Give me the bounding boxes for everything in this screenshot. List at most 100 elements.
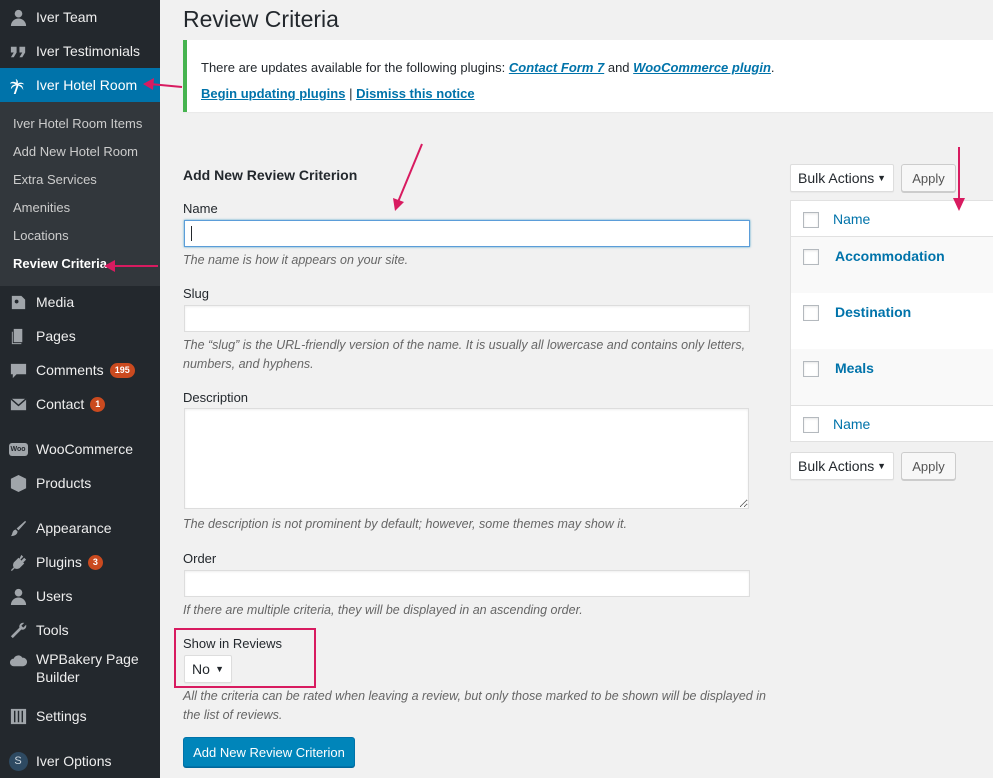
show-hint-line2: the list of reviews. [183, 708, 283, 722]
menu-users[interactable]: Users [0, 579, 160, 613]
mail-icon [0, 395, 36, 414]
menu-iver-testimonials[interactable]: Iver Testimonials [0, 34, 160, 68]
menu-comments[interactable]: Comments 195 [0, 353, 160, 387]
apply-button-bottom[interactable]: Apply [901, 452, 956, 480]
menu-label: Pages [36, 328, 76, 344]
comments-count-badge: 195 [109, 362, 135, 378]
criteria-table: Name Accommodation Destination Meals Nam… [790, 200, 993, 442]
show-hint-line1: All the criteria can be rated when leavi… [183, 689, 766, 703]
pages-icon [0, 327, 36, 346]
menu-label: Media [36, 294, 75, 310]
menu-label: Settings [36, 708, 87, 724]
notice-period: . [770, 60, 775, 75]
brush-icon [0, 519, 36, 538]
menu-tools[interactable]: Tools [0, 613, 160, 647]
order-hint: If there are multiple criteria, they wil… [183, 603, 583, 617]
bulk-actions-select-top[interactable]: Bulk Actions ▼ [790, 164, 894, 192]
menu-contact[interactable]: Contact 1 [0, 387, 160, 421]
menu-iver-team[interactable]: Iver Team [0, 0, 160, 34]
notice-separator: | [349, 86, 353, 101]
menu-plugins[interactable]: Plugins 3 [0, 545, 160, 579]
name-hint: The name is how it appears on your site. [183, 253, 409, 267]
table-header-row: Name [791, 201, 993, 237]
contact-count-badge: 1 [90, 396, 106, 412]
plugins-count-badge: 3 [87, 554, 103, 570]
menu-label: Iver Options [36, 753, 112, 769]
form-heading: Add New Review Criterion [183, 167, 358, 183]
submenu-add-new-hotel-room[interactable]: Add New Hotel Room [13, 144, 138, 159]
begin-updating-link[interactable]: Begin updating plugins [201, 86, 345, 101]
menu-woocommerce[interactable]: Woo WooCommerce [0, 432, 160, 466]
annotation-highlight-box [174, 628, 316, 688]
cloud-icon [0, 650, 36, 671]
plug-icon [0, 553, 36, 572]
contact-form-7-link[interactable]: Contact Form 7 [509, 60, 604, 75]
caret-down-icon: ▼ [877, 461, 886, 471]
menu-label-line2: Builder [36, 669, 80, 685]
menu-pages[interactable]: Pages [0, 319, 160, 353]
bulk-actions-select-bottom[interactable]: Bulk Actions ▼ [790, 452, 894, 480]
description-label: Description [183, 390, 249, 405]
menu-label: Iver Testimonials [36, 43, 141, 59]
menu-appearance[interactable]: Appearance [0, 511, 160, 545]
menu-label: Tools [36, 622, 69, 638]
row-title-link[interactable]: Accommodation [835, 248, 945, 264]
update-notice: There are updates available for the foll… [183, 40, 993, 112]
comment-icon [0, 361, 36, 380]
row-checkbox[interactable] [803, 361, 819, 377]
description-hint: The description is not prominent by defa… [183, 517, 627, 531]
table-row: Accommodation [791, 237, 993, 293]
menu-iver-options[interactable]: S Iver Options [0, 744, 160, 778]
arrow-to-name-field-icon [393, 143, 423, 211]
description-textarea[interactable] [184, 408, 749, 509]
wrench-icon [0, 621, 36, 640]
menu-label: Appearance [36, 520, 112, 536]
order-input[interactable] [184, 570, 750, 597]
text-caret [191, 226, 192, 241]
row-title-link[interactable]: Meals [835, 360, 874, 376]
woocommerce-icon: Woo [8, 442, 28, 456]
select-all-checkbox-footer[interactable] [803, 417, 819, 433]
woocommerce-plugin-link[interactable]: WooCommerce plugin [633, 60, 771, 75]
submenu-amenities[interactable]: Amenities [13, 200, 70, 215]
table-footer-row: Name [791, 405, 993, 442]
user-icon [0, 8, 36, 27]
slug-input[interactable] [184, 305, 750, 332]
submenu-locations[interactable]: Locations [13, 228, 69, 243]
submenu-extra-services[interactable]: Extra Services [13, 172, 97, 187]
name-column-footer[interactable]: Name [833, 416, 870, 432]
media-icon [0, 293, 36, 312]
page-title: Review Criteria [183, 6, 339, 32]
table-row: Meals [791, 349, 993, 405]
menu-settings[interactable]: Settings [0, 699, 160, 733]
menu-label-line1: WPBakery Page [36, 651, 139, 667]
menu-products[interactable]: Products [0, 466, 160, 500]
submenu-review-criteria[interactable]: Review Criteria [13, 256, 107, 271]
row-title-link[interactable]: Destination [835, 304, 911, 320]
menu-label: Contact [36, 396, 85, 412]
submenu-hotel-room-items[interactable]: Iver Hotel Room Items [13, 116, 142, 131]
row-checkbox[interactable] [803, 305, 819, 321]
apply-button-top[interactable]: Apply [901, 164, 956, 192]
menu-label: Iver Team [36, 9, 98, 25]
slug-label: Slug [183, 286, 210, 301]
select-all-checkbox[interactable] [803, 212, 819, 228]
menu-label: WooCommerce [36, 441, 133, 457]
notice-and: and [607, 60, 630, 75]
name-input[interactable] [184, 220, 750, 247]
menu-iver-hotel-room[interactable]: Iver Hotel Room [0, 68, 160, 102]
menu-media[interactable]: Media [0, 285, 160, 319]
menu-label: Iver Hotel Room [36, 77, 138, 93]
menu-wpbakery[interactable]: WPBakery Page Builder [0, 650, 160, 696]
menu-label: Comments [36, 362, 104, 378]
users-icon [0, 587, 36, 606]
add-new-review-criterion-button[interactable]: Add New Review Criterion [183, 737, 355, 767]
name-column-header[interactable]: Name [833, 211, 870, 227]
dismiss-notice-link[interactable]: Dismiss this notice [356, 86, 474, 101]
slug-hint-line1: The “slug” is the URL-friendly version o… [183, 338, 746, 352]
menu-label: Plugins [36, 554, 82, 570]
name-label: Name [183, 201, 218, 216]
row-checkbox[interactable] [803, 249, 819, 265]
bulk-actions-value: Bulk Actions [798, 170, 875, 186]
s-logo-icon: S [8, 751, 28, 771]
